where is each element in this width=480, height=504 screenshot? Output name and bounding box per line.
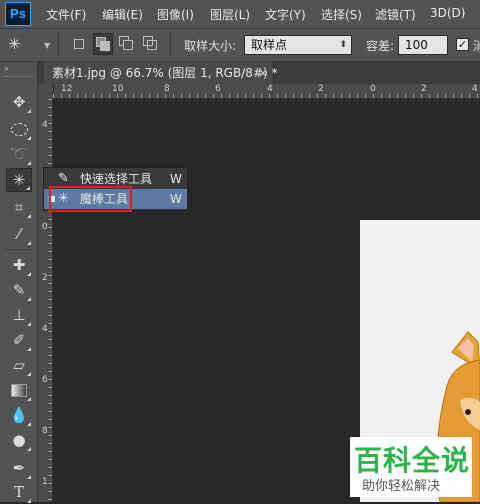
watermark-subtitle: 助你轻松解决 — [362, 479, 441, 494]
eyedropper-tool-icon[interactable]: ⁄ — [6, 222, 32, 246]
menu-bar: Ps 文件(F) 编辑(E) 图像(I) 图层(L) 文字(Y) 选择(S) 滤… — [0, 0, 480, 28]
watermark: 百科全说 助你轻松解决 — [350, 437, 472, 497]
ruler-tick-label: 4 — [42, 120, 48, 130]
history-brush-tool-icon[interactable]: ✐ — [6, 328, 32, 352]
lasso-tool-icon[interactable]: ➰ — [6, 142, 32, 166]
ruler-tick-label: 2 — [421, 84, 427, 94]
menu-image[interactable]: 图像(I) — [157, 6, 194, 23]
menu-layer[interactable]: 图层(L) — [210, 6, 250, 23]
photoshop-logo: Ps — [5, 2, 31, 26]
ruler-tick-label: 10 — [112, 84, 124, 94]
ruler-tick-label: 8 — [42, 426, 48, 436]
blur-tool-icon[interactable]: 💧 — [6, 403, 32, 427]
eraser-tool-icon[interactable]: ▱ — [6, 353, 32, 377]
ruler-tick-label: 8 — [164, 84, 170, 94]
document-tab[interactable]: 素材1.jpg @ 66.7% (图层 1, RGB/8#) * × — [44, 62, 278, 84]
collapse-arrows-icon[interactable]: » — [4, 64, 9, 73]
divider — [170, 34, 171, 56]
menu-type[interactable]: 文字(Y) — [265, 6, 306, 23]
brush-tool-icon[interactable]: ✎ — [6, 278, 32, 302]
ruler-tick-label: 12 — [61, 84, 73, 94]
ruler-origin[interactable] — [38, 84, 54, 99]
gradient-tool-icon[interactable] — [6, 378, 32, 402]
ruler-tick-label: 0 — [42, 222, 48, 232]
menu-select[interactable]: 选择(S) — [321, 6, 362, 23]
menu-edit[interactable]: 编辑(E) — [102, 6, 143, 23]
ruler-tick-label: 4 — [42, 324, 48, 334]
type-tool-icon[interactable]: T — [6, 480, 32, 504]
menu-3d[interactable]: 3D(D) — [430, 6, 465, 20]
healing-brush-tool-icon[interactable]: ✚ — [6, 253, 32, 277]
tools-panel: » ✥ ➰ ✳ ⌗ ⁄ ✚ ✎ ⊥ ✐ ▱ 💧 ● ✒ T — [0, 62, 38, 504]
ruler-tick-label: 4 — [267, 84, 273, 94]
subtract-from-selection-icon[interactable] — [118, 35, 134, 51]
ruler-tick-label: 2 — [318, 84, 324, 94]
pen-tool-icon[interactable]: ✒ — [6, 456, 32, 480]
ruler-tick-label: 6 — [215, 84, 221, 94]
dodge-tool-icon[interactable]: ● — [6, 428, 32, 452]
watermark-title: 百科全说 — [354, 444, 471, 477]
chevron-down-icon[interactable]: ▼ — [44, 41, 50, 50]
ruler-tick-label: 4 — [472, 84, 478, 94]
sample-size-value: 取样点 — [251, 38, 288, 52]
panel-grip[interactable] — [4, 76, 34, 79]
ruler-tick-label: 1 — [42, 477, 48, 487]
divider — [58, 34, 59, 56]
tolerance-input[interactable]: 100 — [398, 35, 448, 55]
ruler-vertical: 4 2 0 2 4 6 8 1 — [38, 99, 53, 502]
tolerance-value: 100 — [405, 38, 428, 52]
ruler-ticks — [48, 99, 52, 502]
sample-size-select[interactable]: 取样点 ⬍ — [244, 35, 352, 55]
intersect-selection-icon[interactable] — [142, 35, 158, 51]
sample-size-label: 取样大小: — [184, 39, 237, 53]
clone-stamp-tool-icon[interactable]: ⊥ — [6, 303, 32, 327]
ruler-horizontal: 12 10 8 6 4 2 0 2 4 — [38, 84, 480, 99]
anti-alias-checkbox[interactable]: ✓ — [456, 38, 469, 51]
ruler-tick-label: 2 — [42, 273, 48, 283]
ruler-tick-label: 6 — [42, 375, 48, 385]
ruler-ticks — [53, 94, 480, 98]
menu-filter[interactable]: 滤镜(T) — [375, 6, 416, 23]
options-bar: ✳ ▼ 取样大小: 取样点 ⬍ 容差: 100 ✓ 消 — [0, 28, 480, 62]
document-tab-title: 素材1.jpg @ 66.7% (图层 1, RGB/8#) * — [52, 66, 278, 80]
add-to-selection-icon[interactable] — [93, 33, 113, 55]
new-selection-icon[interactable] — [74, 39, 84, 49]
marquee-tool-icon[interactable] — [6, 117, 32, 141]
highlight-box — [49, 186, 132, 212]
menu-file[interactable]: 文件(F) — [46, 6, 86, 23]
move-tool-icon[interactable]: ✥ — [6, 90, 32, 114]
flyout-item-shortcut: W — [170, 192, 182, 206]
crop-tool-icon[interactable]: ⌗ — [6, 195, 32, 219]
anti-alias-label: 消 — [473, 39, 480, 53]
magic-wand-tool-icon[interactable]: ✳ — [6, 168, 32, 192]
flyout-item-shortcut: W — [170, 172, 182, 186]
magic-wand-icon[interactable]: ✳ — [8, 35, 21, 53]
tolerance-label: 容差: — [366, 39, 395, 53]
close-tab-icon[interactable]: × — [258, 62, 268, 84]
updown-arrow-icon: ⬍ — [339, 40, 347, 50]
ruler-tick-label: 0 — [370, 84, 376, 94]
divider — [4, 249, 34, 250]
